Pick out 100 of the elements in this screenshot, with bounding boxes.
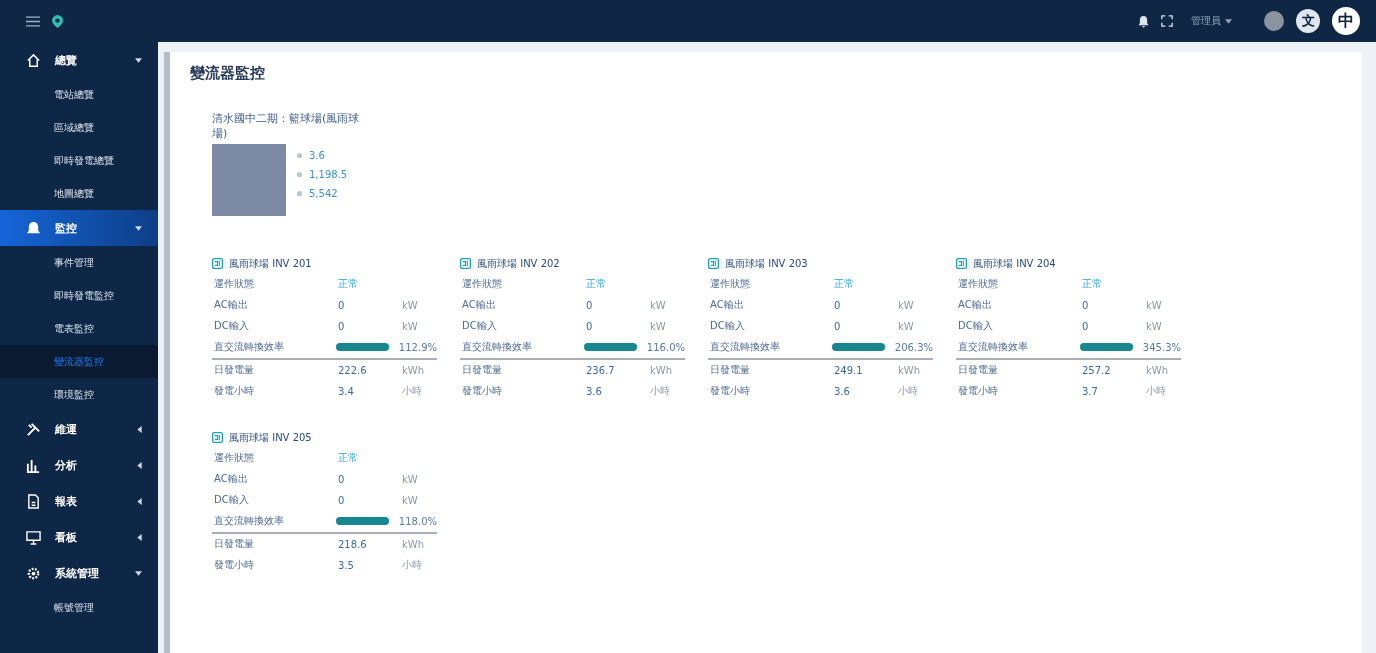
field-value: 0 [834, 299, 842, 311]
field-label: 發電小時 [462, 384, 503, 399]
field-value: 236.7 [586, 364, 616, 376]
field-label: DC輸入 [214, 493, 250, 508]
unit-label: kW [650, 299, 666, 311]
sidebar-item[interactable]: 分析 [0, 447, 158, 483]
stat-icon [296, 170, 303, 178]
unit-label: kWh [898, 364, 921, 376]
sidebar-item[interactable]: 監控 [0, 210, 158, 246]
efficiency-value: 118.0% [398, 515, 437, 527]
status-text: 正常 [338, 451, 358, 466]
unit-label: kW [1146, 299, 1162, 311]
field-label: 直交流轉換效率 [214, 514, 285, 529]
monitor-icon [26, 529, 41, 545]
unit-label: 小時 [402, 558, 422, 573]
user-dropdown[interactable]: 管理員 [1185, 13, 1238, 29]
field-label: 運作狀態 [214, 277, 255, 292]
field-label: 日發電量 [958, 363, 999, 378]
menu-icon[interactable] [26, 15, 40, 27]
stat-icon [296, 189, 303, 197]
sidebar-subitem[interactable]: 帳號管理 [0, 591, 158, 624]
field-label: DC輸入 [462, 319, 498, 334]
unit-label: 小時 [898, 384, 918, 399]
bell-icon[interactable] [1138, 14, 1149, 28]
field-label: 直交流轉換效率 [214, 340, 285, 355]
unit-label: kW [402, 494, 418, 506]
field-label: DC輸入 [958, 319, 994, 334]
site-name: 清水國中二期：籃球場(風雨球場) [212, 111, 361, 142]
status-text: 正常 [1082, 277, 1102, 292]
field-label: 運作狀態 [462, 277, 503, 292]
gear-icon [26, 565, 41, 581]
field-label: 直交流轉換效率 [462, 340, 533, 355]
language-button[interactable]: 中 [1332, 7, 1360, 35]
status-text: 正常 [834, 277, 854, 292]
field-label: 運作狀態 [710, 277, 751, 292]
field-value: 222.6 [338, 364, 368, 376]
unit-label: 小時 [1146, 384, 1166, 399]
field-label: AC輸出 [958, 298, 993, 313]
fullscreen-icon[interactable] [1161, 15, 1173, 27]
field-value: 249.1 [834, 364, 864, 376]
field-label: 日發電量 [214, 363, 255, 378]
inverter-icon [708, 258, 719, 270]
field-value: 3.6 [586, 385, 603, 397]
field-label: 運作狀態 [214, 451, 255, 466]
inverter-title: 風雨球場 INV 202 [477, 256, 560, 271]
stat-value: 5,542 [309, 187, 338, 199]
field-value: 0 [338, 320, 346, 332]
sidebar-item[interactable]: 報表 [0, 483, 158, 519]
efficiency-value: 345.3% [1142, 341, 1181, 353]
sidebar-subitem[interactable]: 即時發電總覽 [0, 144, 158, 177]
stat-value: 3.6 [309, 149, 325, 161]
caret-down-icon [135, 570, 142, 576]
sidebar-subitem[interactable]: 電表監控 [0, 312, 158, 345]
tools-icon [26, 421, 41, 437]
sidebar-subitem[interactable]: 即時發電監控 [0, 279, 158, 312]
unit-label: kW [402, 320, 418, 332]
efficiency-value: 116.0% [646, 341, 685, 353]
sidebar-item[interactable]: 總覽 [0, 42, 158, 78]
field-value: 0 [338, 473, 346, 485]
field-value: 3.7 [1082, 385, 1099, 397]
sidebar-subitem[interactable]: 變流器監控 [0, 345, 158, 378]
unit-label: kW [402, 299, 418, 311]
field-label: 直交流轉換效率 [710, 340, 781, 355]
inverter-title: 風雨球場 INV 205 [229, 430, 312, 445]
field-value: 0 [1082, 299, 1090, 311]
field-value: 0 [338, 299, 346, 311]
sidebar-item[interactable]: 系統管理 [0, 555, 158, 591]
unit-label: 小時 [402, 384, 422, 399]
doc-icon [26, 493, 41, 509]
field-label: 發電小時 [710, 384, 751, 399]
field-label: DC輸入 [710, 319, 746, 334]
bell-icon [26, 220, 41, 236]
sidebar-subitem[interactable]: 事件管理 [0, 246, 158, 279]
sidebar-subitem[interactable]: 地圖總覽 [0, 177, 158, 210]
caret-left-icon [137, 533, 142, 541]
field-value: 3.6 [834, 385, 851, 397]
field-label: 發電小時 [958, 384, 999, 399]
caret-left-icon [137, 425, 142, 433]
sidebar-item[interactable]: 維運 [0, 411, 158, 447]
inverter-icon [956, 258, 967, 270]
field-value: 3.5 [338, 559, 355, 571]
inverter-title: 風雨球場 INV 203 [725, 256, 808, 271]
sidebar-subitem[interactable]: 環境監控 [0, 378, 158, 411]
sidebar-subitem[interactable]: 電站總覽 [0, 78, 158, 111]
language-button[interactable]: 文 [1296, 9, 1320, 33]
sidebar-item[interactable]: 看板 [0, 519, 158, 555]
field-label: 發電小時 [214, 384, 255, 399]
inverter-icon [460, 258, 471, 270]
field-label: 日發電量 [710, 363, 751, 378]
unit-label: kWh [1146, 364, 1169, 376]
field-label: 日發電量 [214, 537, 255, 552]
unit-label: kWh [402, 538, 425, 550]
field-value: 3.4 [338, 385, 355, 397]
page-title: 變流器監控 [190, 64, 266, 83]
field-label: 運作狀態 [958, 277, 999, 292]
sidebar-subitem[interactable]: 區域總覽 [0, 111, 158, 144]
avatar[interactable] [1264, 11, 1284, 31]
field-value: 0 [586, 299, 594, 311]
unit-label: kW [650, 320, 666, 332]
status-text: 正常 [586, 277, 606, 292]
